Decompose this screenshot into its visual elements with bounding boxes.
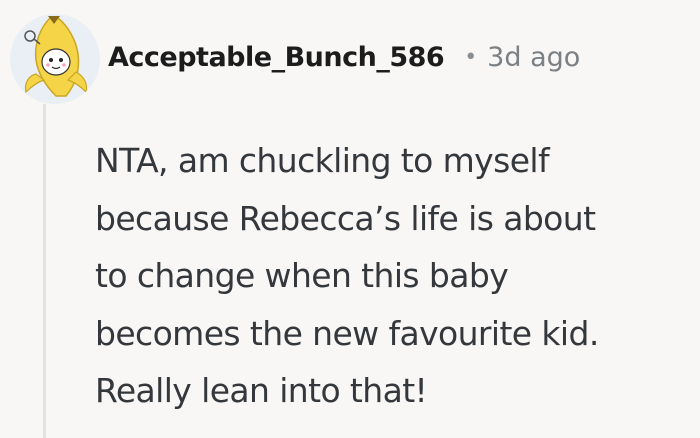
- meta-separator: •: [464, 44, 478, 70]
- timestamp[interactable]: 3d ago: [487, 42, 580, 73]
- comment-text-line: NTA, am chuckling to myself: [95, 141, 550, 180]
- comment-text-line: to change when this baby: [95, 256, 509, 295]
- comment-text-line: because Rebecca’s life is about: [95, 198, 596, 238]
- comment-text-line: becomes the new favourite kid.: [95, 313, 599, 353]
- comment-body: NTA, am chuckling to myself because Rebe…: [95, 132, 685, 420]
- username[interactable]: Acceptable_Bunch_586: [108, 42, 445, 73]
- avatar[interactable]: [10, 14, 100, 104]
- thread-line: [43, 104, 46, 438]
- banana-costume-avatar-icon: [24, 16, 88, 97]
- comment-text-line: Really lean into that!: [95, 371, 428, 410]
- comment-header: Acceptable_Bunch_586 • 3d ago: [108, 34, 580, 80]
